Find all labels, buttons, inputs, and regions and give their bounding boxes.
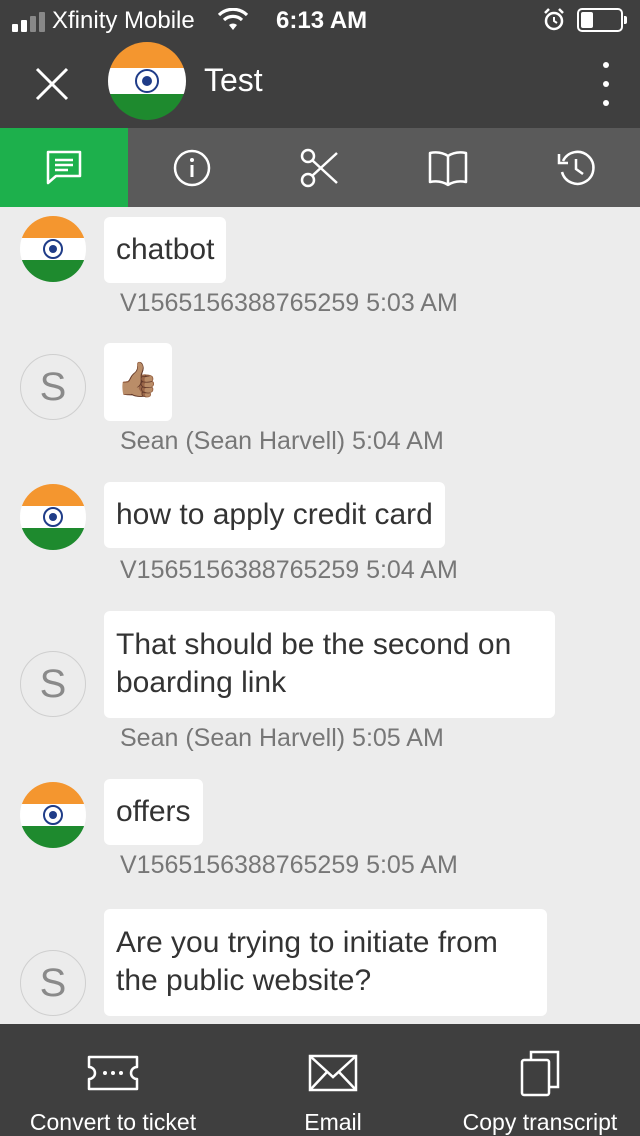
book-icon <box>428 150 468 186</box>
tab-history[interactable] <box>512 128 640 207</box>
signal-icon <box>12 12 45 32</box>
scissors-icon <box>300 148 338 187</box>
flag-avatar <box>20 782 86 848</box>
message-bubble[interactable]: chatbot <box>104 217 227 283</box>
message-meta: V1565156388765259 5:04 AM <box>120 556 458 584</box>
user-avatar: S <box>20 950 86 1016</box>
message-meta: V1565156388765259 5:05 AM <box>120 851 458 879</box>
message-meta: Sean (Sean Harvell) 5:05 AM <box>120 724 444 752</box>
convert-to-ticket-button[interactable]: Convert to ticket <box>22 1024 204 1136</box>
battery-icon <box>577 8 627 32</box>
user-avatar: S <box>20 354 86 420</box>
close-button[interactable] <box>22 54 82 114</box>
message-bubble[interactable]: Are you trying to initiate from the publ… <box>104 909 547 1016</box>
close-icon <box>35 67 69 101</box>
tab-snippets[interactable] <box>256 128 384 207</box>
email-label: Email <box>304 1109 362 1135</box>
more-vertical-icon[interactable] <box>586 58 626 110</box>
copy-transcript-button[interactable]: Copy transcript <box>452 1024 628 1136</box>
envelope-icon <box>308 1044 358 1101</box>
status-time: 6:13 AM <box>276 7 368 34</box>
email-button[interactable]: Email <box>283 1024 383 1136</box>
carrier-name: Xfinity Mobile <box>52 7 195 34</box>
message-bubble[interactable]: how to apply credit card <box>104 482 445 548</box>
contact-avatar[interactable] <box>108 42 186 120</box>
message-bubble[interactable]: That should be the second on boarding li… <box>104 611 555 718</box>
history-icon <box>557 150 595 185</box>
chat-header: Test <box>0 40 640 128</box>
chat-icon <box>46 150 82 184</box>
flag-avatar <box>20 216 86 282</box>
user-avatar: S <box>20 651 86 717</box>
copy-icon <box>519 1044 561 1101</box>
tab-info[interactable] <box>128 128 256 207</box>
message-bubble[interactable]: offers <box>104 779 203 845</box>
alarm-icon <box>543 8 565 39</box>
flag-avatar <box>20 484 86 550</box>
copy-transcript-label: Copy transcript <box>462 1109 618 1135</box>
message-meta: V1565156388765259 5:03 AM <box>120 289 458 317</box>
convert-to-ticket-label: Convert to ticket <box>29 1109 197 1135</box>
chat-title: Test <box>204 62 263 98</box>
status-bar: Xfinity Mobile 6:13 AM <box>0 0 640 40</box>
thumbs-up-emoji[interactable]: 👍🏽 <box>104 343 172 421</box>
info-icon <box>173 149 211 186</box>
tab-bar <box>0 128 640 207</box>
tab-knowledge[interactable] <box>384 128 512 207</box>
message-meta: Sean (Sean Harvell) 5:04 AM <box>120 427 444 455</box>
bottom-action-bar: Convert to ticket Email Copy transcript <box>0 1024 640 1136</box>
wifi-icon <box>217 7 249 39</box>
ticket-icon <box>86 1044 140 1101</box>
tab-chat[interactable] <box>0 128 128 207</box>
